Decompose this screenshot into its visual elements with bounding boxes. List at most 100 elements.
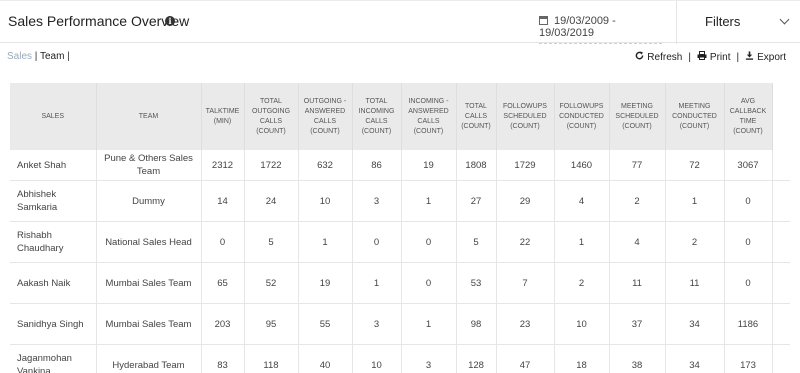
- metric-cell: 0: [201, 221, 245, 263]
- column-header-total-calls[interactable]: TOTAL CALLS (COUNT): [456, 83, 497, 150]
- metric-cell: 5: [456, 221, 497, 263]
- column-header-total-outgoing[interactable]: TOTAL OUTGOING CALLS (COUNT): [244, 83, 299, 150]
- export-label: Export: [757, 51, 786, 63]
- team-cell: Hyderabad Team: [96, 344, 202, 373]
- sales-person-cell: Aakash Naik: [10, 262, 97, 304]
- metric-cell: 203: [201, 303, 245, 345]
- refresh-label: Refresh: [647, 51, 683, 63]
- table-row[interactable]: Aakash Naik Mumbai Sales Team 65 52 19 1 0 53 7 2…: [10, 262, 790, 304]
- metric-cell: 1: [401, 180, 457, 222]
- sales-person-cell: Abhishek Samkaria: [10, 180, 97, 222]
- team-cell: National Sales Head: [96, 221, 202, 263]
- metric-cell: 10: [554, 303, 610, 345]
- column-header-team[interactable]: TEAM: [96, 83, 202, 150]
- metric-cell: 11: [665, 262, 725, 304]
- metric-cell: 0: [401, 262, 457, 304]
- metric-cell: 0: [724, 262, 773, 304]
- metric-cell: 118: [244, 344, 299, 373]
- table-row[interactable]: Rishabh Chaudhary National Sales Head 0 5 1 0…: [10, 221, 790, 263]
- metric-cell: 10: [352, 344, 402, 373]
- row-scroll-gutter: [772, 262, 790, 304]
- metric-cell: 86: [352, 150, 402, 181]
- table-row[interactable]: Abhishek Samkaria Dummy 14 24 10 3 1 27 29 4 2 1 0: [10, 180, 790, 222]
- metric-cell: 1: [298, 221, 353, 263]
- column-header-sales[interactable]: SALES: [10, 83, 97, 150]
- breadcrumb-separator: |: [32, 51, 40, 62]
- metric-cell: 7: [496, 262, 555, 304]
- refresh-button[interactable]: Refresh: [635, 51, 682, 63]
- calendar-icon: [539, 16, 548, 25]
- metric-cell: 22: [496, 221, 555, 263]
- sales-person-cell: Rishabh Chaudhary: [10, 221, 97, 263]
- filters-toggle[interactable]: Filters: [676, 1, 800, 44]
- metric-cell: 1: [665, 180, 725, 222]
- metric-cell: 52: [244, 262, 299, 304]
- metric-cell: 0: [724, 221, 773, 263]
- metric-cell: 77: [609, 150, 666, 181]
- column-header-avg-callback[interactable]: AVG CALLBACK TIME (COUNT): [724, 83, 773, 150]
- breadcrumb-team: Team: [40, 51, 65, 62]
- metric-cell: 0: [724, 180, 773, 222]
- metric-cell: 29: [496, 180, 555, 222]
- sales-performance-table: SALES TEAM TALKTIME (MIN) TOTAL OUTGOING…: [10, 83, 790, 373]
- row-scroll-gutter: [772, 344, 790, 373]
- metric-cell: 1460: [554, 150, 610, 181]
- metric-cell: 53: [456, 262, 497, 304]
- export-button[interactable]: Export: [745, 51, 786, 63]
- metric-cell: 173: [724, 344, 773, 373]
- print-label: Print: [709, 51, 731, 63]
- metric-cell: 0: [352, 221, 402, 263]
- column-header-meeting-conducted[interactable]: MEETING CONDUCTED (COUNT): [665, 83, 725, 150]
- row-scroll-gutter: [772, 150, 790, 181]
- table-row[interactable]: Anket Shah Pune & Others Sales Team 2312 17…: [10, 150, 790, 181]
- metric-cell: 2: [554, 262, 610, 304]
- metric-cell: 19: [401, 150, 457, 181]
- metric-cell: 1729: [496, 150, 555, 181]
- metric-cell: 11: [609, 262, 666, 304]
- breadcrumb-sales-link[interactable]: Sales: [7, 51, 32, 62]
- metric-cell: 3: [352, 303, 402, 345]
- column-header-followups-conducted[interactable]: FOLLOWUPS CONDUCTED (COUNT): [554, 83, 610, 150]
- table-row[interactable]: Sanidhya Singh Mumbai Sales Team 203 95 55 3 1…: [10, 303, 790, 345]
- metric-cell: 1808: [456, 150, 497, 181]
- column-header-talktime[interactable]: TALKTIME (MIN): [201, 83, 245, 150]
- metric-cell: 38: [609, 344, 666, 373]
- metric-cell: 632: [298, 150, 353, 181]
- column-header-meeting-scheduled[interactable]: MEETING SCHEDULED (COUNT): [609, 83, 666, 150]
- date-range-value: 19/03/2009 - 19/03/2019: [539, 15, 616, 39]
- metric-cell: 18: [554, 344, 610, 373]
- metric-cell: 1: [554, 221, 610, 263]
- metric-cell: 72: [665, 150, 725, 181]
- metric-cell: 98: [456, 303, 497, 345]
- metric-cell: 47: [496, 344, 555, 373]
- print-button[interactable]: Print: [697, 51, 731, 63]
- metric-cell: 5: [244, 221, 299, 263]
- metric-cell: 37: [609, 303, 666, 345]
- download-icon: [745, 51, 754, 63]
- action-separator: |: [688, 51, 691, 63]
- metric-cell: 2: [665, 221, 725, 263]
- info-icon[interactable]: i: [165, 16, 175, 26]
- action-separator: |: [736, 51, 740, 63]
- metric-cell: 10: [298, 180, 353, 222]
- page-title: Sales Performance Overview: [8, 13, 190, 29]
- column-header-outgoing-answered[interactable]: OUTGOING - ANSWERED CALLS (COUNT): [298, 83, 353, 150]
- metric-cell: 128: [456, 344, 497, 373]
- sales-person-cell: Sanidhya Singh: [10, 303, 97, 345]
- metric-cell: 3067: [724, 150, 773, 181]
- filters-label: Filters: [705, 14, 741, 29]
- table-header-row: SALES TEAM TALKTIME (MIN) TOTAL OUTGOING…: [10, 83, 790, 150]
- page-header: Sales Performance Overview i 19/03/2009 …: [0, 0, 800, 44]
- column-header-incoming-answered[interactable]: INCOMING - ANSWERED CALLS (COUNT): [401, 83, 457, 150]
- metric-cell: 55: [298, 303, 353, 345]
- date-range-picker[interactable]: 19/03/2009 - 19/03/2019: [539, 15, 662, 44]
- team-cell: Dummy: [96, 180, 202, 222]
- metric-cell: 34: [665, 344, 725, 373]
- table-actions: Refresh | Print | Export: [635, 51, 786, 63]
- metric-cell: 24: [244, 180, 299, 222]
- table-row[interactable]: Jaganmohan Vankina Hyderabad Team 83 118 40 1…: [10, 344, 790, 373]
- column-header-total-incoming[interactable]: TOTAL INCOMING CALLS (COUNT): [352, 83, 402, 150]
- column-header-followups-scheduled[interactable]: FOLLOWUPS SCHEDULED (COUNT): [496, 83, 555, 150]
- metric-cell: 1: [401, 303, 457, 345]
- metric-cell: 27: [456, 180, 497, 222]
